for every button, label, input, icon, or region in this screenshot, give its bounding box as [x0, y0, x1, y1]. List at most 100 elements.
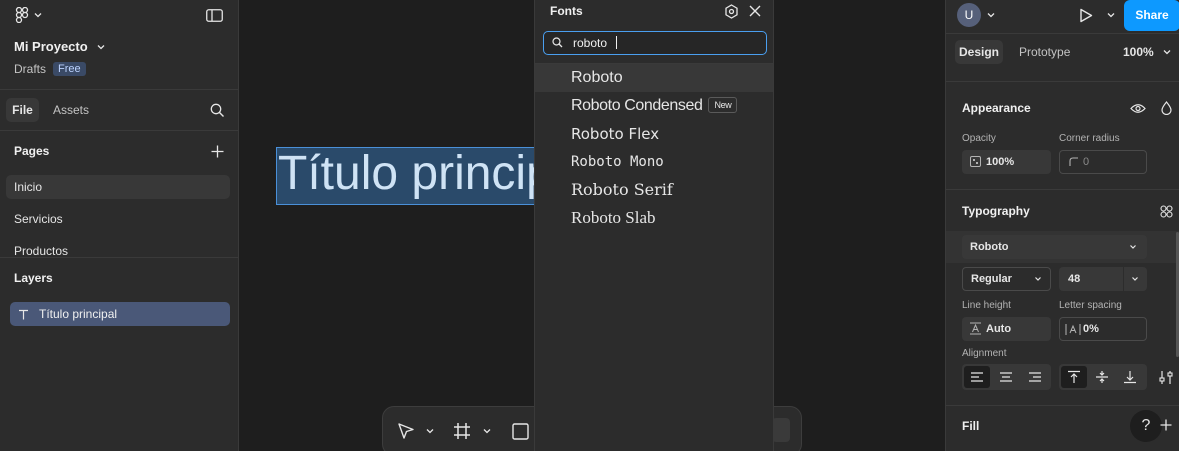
page-item-servicios[interactable]: Servicios [6, 207, 230, 231]
divider [0, 130, 238, 131]
frame-tool-button[interactable] [451, 419, 473, 443]
appearance-title: Appearance [962, 101, 1031, 115]
move-tool-button[interactable] [395, 419, 417, 443]
selected-text-layer[interactable]: Título principal [276, 147, 536, 205]
divider [946, 81, 1179, 82]
font-option-roboto-mono[interactable]: Roboto Mono [535, 148, 773, 176]
font-option-roboto[interactable]: Roboto [535, 64, 773, 92]
page-label: Inicio [14, 180, 43, 194]
align-center-button[interactable] [993, 366, 1019, 388]
avatar-initial: U [964, 8, 974, 22]
sidebar-icon [205, 8, 223, 22]
divider [946, 33, 1179, 34]
present-button[interactable] [1076, 6, 1096, 24]
layer-item[interactable]: Título principal [10, 302, 230, 326]
avatar[interactable]: U [957, 3, 981, 27]
letter-spacing-icon [1065, 323, 1081, 336]
drop-icon [1160, 101, 1172, 115]
present-menu[interactable] [1106, 8, 1116, 22]
font-option-roboto-slab[interactable]: Roboto Slab [535, 204, 773, 232]
main-menu-button[interactable] [12, 6, 44, 24]
font-family-dropdown[interactable]: Roboto [962, 235, 1147, 259]
help-button[interactable]: ? [1130, 410, 1162, 442]
font-option-label: Roboto Serif [571, 180, 673, 199]
add-fill-button[interactable] [1159, 418, 1173, 432]
styles-grid-icon [1159, 204, 1173, 218]
font-style-dropdown[interactable]: Regular [962, 267, 1051, 291]
letter-spacing-value: 0% [1083, 323, 1099, 335]
chevron-down-icon [1129, 235, 1137, 259]
search-button[interactable] [208, 101, 226, 119]
visibility-toggle[interactable] [1130, 100, 1146, 116]
new-badge: New [708, 97, 738, 113]
tab-assets[interactable]: Assets [53, 98, 89, 122]
cursor-icon [397, 422, 415, 440]
rectangle-tool-button[interactable] [509, 419, 531, 443]
figma-logo-icon [15, 7, 29, 23]
project-name-button[interactable]: Mi Proyecto [14, 39, 105, 54]
type-settings-button[interactable] [1158, 368, 1174, 386]
divider [946, 189, 1179, 190]
close-font-panel-button[interactable] [746, 2, 764, 20]
add-page-button[interactable] [209, 143, 225, 159]
layer-label: Título principal [39, 307, 118, 321]
letter-spacing-field[interactable]: 0% [1059, 317, 1147, 341]
page-label: Productos [14, 244, 69, 257]
type-styles-button[interactable] [1158, 203, 1174, 219]
opacity-field[interactable]: 100% [962, 150, 1051, 174]
toggle-sidebar-button[interactable] [204, 6, 224, 24]
align-left-button[interactable] [964, 366, 990, 388]
align-top-icon [1067, 370, 1081, 384]
corner-radius-icon [1069, 157, 1079, 167]
share-button[interactable]: Share [1124, 0, 1179, 31]
toolbar-tool-highlight[interactable] [772, 418, 790, 442]
horizontal-alignment-group [962, 364, 1051, 390]
line-height-value: Auto [986, 323, 1012, 335]
font-picker-panel: Fonts roboto Roboto Roboto Condensed New … [534, 0, 774, 451]
font-size-field[interactable]: 48 [1059, 267, 1147, 291]
tab-prototype[interactable]: Prototype [1019, 40, 1070, 64]
font-panel-title: Fonts [550, 4, 583, 18]
font-option-roboto-condensed[interactable]: Roboto Condensed New [535, 92, 773, 120]
corner-radius-field[interactable]: 0 [1059, 150, 1147, 174]
opacity-value: 100% [986, 156, 1015, 168]
page-item-inicio[interactable]: Inicio [6, 175, 230, 199]
zoom-menu[interactable]: 100% [1123, 40, 1171, 64]
chevron-down-icon [987, 12, 995, 18]
tab-file[interactable]: File [6, 98, 39, 122]
divider [0, 89, 238, 90]
font-search-input[interactable]: roboto [543, 31, 767, 55]
typography-title: Typography [962, 204, 1030, 218]
blend-mode-button[interactable] [1158, 100, 1174, 116]
font-style-value: Regular [971, 273, 1012, 285]
font-option-label: Roboto Condensed [571, 97, 703, 114]
align-right-button[interactable] [1022, 366, 1048, 388]
project-name: Mi Proyecto [14, 39, 88, 54]
play-icon [1079, 8, 1093, 23]
font-settings-button[interactable] [722, 2, 740, 20]
text-layer-content: Título principal [278, 147, 535, 200]
page-item-productos[interactable]: Productos [6, 239, 230, 257]
font-option-roboto-serif[interactable]: Roboto Serif [535, 176, 773, 204]
alignment-label: Alignment [962, 348, 1007, 359]
line-height-field[interactable]: Auto [962, 317, 1051, 341]
tab-design[interactable]: Design [955, 40, 1003, 64]
align-middle-button[interactable] [1089, 366, 1115, 388]
close-icon [749, 5, 761, 17]
drafts-link[interactable]: Drafts [14, 62, 46, 76]
plan-badge: Free [53, 62, 86, 76]
rectangle-icon [511, 422, 529, 440]
align-bottom-button[interactable] [1117, 366, 1143, 388]
move-tool-menu[interactable] [425, 423, 435, 439]
opacity-label: Opacity [962, 133, 996, 144]
pages-title: Pages [14, 144, 50, 158]
frame-tool-menu[interactable] [482, 423, 492, 439]
align-top-button[interactable] [1061, 366, 1087, 388]
chevron-down-icon [97, 44, 105, 50]
help-label: ? [1141, 417, 1151, 434]
font-option-roboto-flex[interactable]: Roboto Flex [535, 120, 773, 148]
avatar-menu[interactable] [986, 8, 996, 22]
left-sidebar: Mi Proyecto Drafts Free File Assets Page… [0, 0, 239, 451]
page-label: Servicios [14, 212, 63, 226]
font-option-label: Roboto Mono [571, 154, 664, 170]
